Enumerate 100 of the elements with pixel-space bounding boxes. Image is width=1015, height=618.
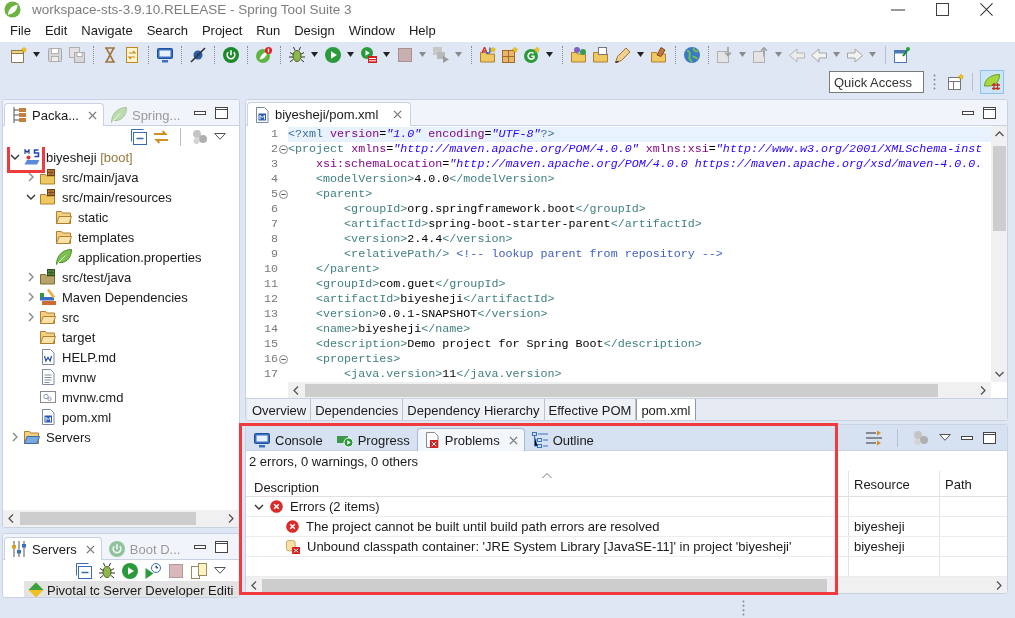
dropdown-caret-icon[interactable] bbox=[347, 52, 354, 57]
chevron-down-icon[interactable] bbox=[26, 194, 36, 200]
server-row[interactable]: Pivotal tc Server Developer Editi bbox=[24, 581, 239, 597]
page-tab[interactable]: pom.xml bbox=[636, 399, 696, 420]
view-menu-icon[interactable] bbox=[214, 133, 226, 140]
minimize-icon[interactable] bbox=[194, 544, 206, 549]
tree-item[interactable]: Servers bbox=[46, 429, 91, 445]
page-tab[interactable]: Dependency Hierarchy bbox=[403, 399, 545, 420]
scroll-left-icon[interactable] bbox=[293, 385, 299, 395]
page-tab[interactable]: Overview bbox=[248, 399, 312, 420]
minimize-icon[interactable] bbox=[962, 110, 974, 115]
scrollbar-thumb[interactable] bbox=[262, 579, 827, 592]
chevron-down-icon[interactable] bbox=[10, 154, 20, 160]
page-tab[interactable]: Dependencies bbox=[311, 399, 404, 420]
scroll-down-icon[interactable] bbox=[994, 371, 1004, 377]
column-header[interactable]: Resource bbox=[854, 477, 910, 492]
folder-page-icon[interactable] bbox=[593, 46, 609, 63]
view-menu-icon[interactable] bbox=[939, 434, 951, 441]
menu-item[interactable]: Run bbox=[249, 23, 288, 38]
menu-item[interactable]: Search bbox=[139, 23, 195, 38]
chevron-down-icon[interactable] bbox=[254, 503, 264, 510]
tree-item[interactable]: mvnw bbox=[62, 369, 96, 385]
view-tab[interactable]: Servers bbox=[4, 537, 102, 560]
tree-item[interactable]: pom.xml bbox=[62, 409, 112, 425]
tree-item[interactable]: src bbox=[62, 309, 80, 325]
collapse-all-icon[interactable] bbox=[131, 128, 147, 145]
minimize-icon[interactable] bbox=[194, 110, 206, 115]
maximize-icon[interactable] bbox=[983, 106, 996, 119]
close-icon[interactable] bbox=[980, 3, 993, 16]
grid-sparkle-icon[interactable] bbox=[502, 46, 518, 63]
menu-item[interactable]: Navigate bbox=[74, 23, 140, 38]
monitor-icon[interactable] bbox=[157, 46, 173, 63]
chevron-right-icon[interactable] bbox=[12, 432, 18, 442]
menu-item[interactable]: Window bbox=[341, 23, 402, 38]
scroll-right-icon[interactable] bbox=[980, 385, 986, 395]
leaf-badge-icon[interactable] bbox=[256, 46, 272, 63]
scrollbar-thumb[interactable] bbox=[305, 383, 938, 397]
menu-item[interactable]: Edit bbox=[37, 23, 75, 38]
window-sparkle-icon[interactable] bbox=[948, 74, 964, 90]
editor-tab[interactable]: biyesheji/pom.xml bbox=[247, 102, 412, 126]
scroll-right-icon[interactable] bbox=[996, 581, 1002, 590]
swap-arrows-icon[interactable] bbox=[153, 128, 169, 145]
dropdown-caret-icon[interactable] bbox=[546, 52, 553, 57]
view-tab[interactable]: Packa... bbox=[4, 103, 104, 126]
grip-icon[interactable] bbox=[742, 600, 745, 616]
hourglass-icon[interactable] bbox=[102, 46, 118, 63]
dropdown-caret-icon[interactable] bbox=[311, 52, 318, 57]
tree-item[interactable]: mvnw.cmd bbox=[62, 389, 124, 405]
chevron-right-icon[interactable] bbox=[28, 312, 34, 322]
group-label[interactable]: Errors (2 items) bbox=[290, 499, 380, 514]
fold-icon[interactable] bbox=[279, 190, 288, 199]
tree-item[interactable]: templates bbox=[78, 229, 135, 245]
tree-item[interactable]: Maven Dependencies bbox=[62, 289, 188, 305]
bug-icon[interactable] bbox=[99, 562, 115, 579]
close-icon[interactable] bbox=[393, 110, 403, 119]
new-document-icon[interactable] bbox=[11, 46, 27, 63]
tree-item[interactable]: target bbox=[62, 329, 96, 345]
circle-sparkle-icon[interactable] bbox=[524, 46, 540, 63]
perspective-button[interactable] bbox=[980, 70, 1004, 94]
collapse-all-icon[interactable] bbox=[76, 562, 92, 579]
tree-item[interactable]: biyesheji [boot] bbox=[46, 149, 133, 165]
scrollbar-thumb[interactable] bbox=[992, 146, 1006, 231]
scroll-left-icon[interactable] bbox=[8, 514, 14, 523]
tree-item[interactable]: HELP.md bbox=[62, 349, 116, 365]
document-arrows-icon[interactable] bbox=[124, 46, 140, 63]
tree-item[interactable]: src/main/resources bbox=[62, 189, 172, 205]
play-icon[interactable] bbox=[122, 562, 138, 579]
arrows-lines-icon[interactable] bbox=[866, 429, 882, 446]
close-icon[interactable] bbox=[87, 110, 97, 120]
folder-icon[interactable] bbox=[651, 46, 667, 63]
play-server-icon[interactable] bbox=[361, 46, 377, 63]
maximize-icon[interactable] bbox=[215, 106, 228, 119]
documents-icon[interactable] bbox=[191, 562, 207, 579]
dropdown-caret-icon[interactable] bbox=[33, 52, 40, 57]
tree-item[interactable]: application.properties bbox=[78, 249, 202, 265]
maximize-icon[interactable] bbox=[983, 431, 996, 444]
menu-item[interactable]: Project bbox=[194, 23, 250, 38]
page-tab[interactable]: Effective POM bbox=[544, 399, 637, 420]
folder-spheres-icon[interactable] bbox=[571, 46, 587, 63]
view-tab[interactable]: Outline bbox=[524, 428, 601, 451]
globe-icon[interactable] bbox=[684, 46, 700, 63]
pen-icon[interactable] bbox=[615, 46, 631, 63]
scroll-left-icon[interactable] bbox=[251, 581, 257, 590]
tree-item[interactable]: src/test/java bbox=[62, 269, 132, 285]
quick-access-field[interactable]: Quick Access bbox=[829, 71, 924, 93]
dropdown-caret-icon[interactable] bbox=[637, 52, 644, 57]
fold-icon[interactable] bbox=[279, 145, 288, 154]
column-header[interactable]: Description bbox=[246, 480, 320, 495]
view-tab[interactable]: Problems bbox=[416, 428, 525, 451]
slashed-dot-icon[interactable] bbox=[190, 46, 206, 63]
minimize-icon[interactable] bbox=[961, 435, 973, 440]
column-header[interactable]: Path bbox=[945, 477, 972, 492]
stop-icon[interactable] bbox=[168, 562, 184, 579]
window-pin-icon[interactable] bbox=[894, 46, 910, 63]
window-arrow-icon[interactable] bbox=[433, 46, 449, 63]
view-tab[interactable]: Console bbox=[247, 428, 330, 451]
maximize-icon[interactable] bbox=[215, 540, 228, 553]
close-icon[interactable] bbox=[85, 544, 95, 554]
chevron-right-icon[interactable] bbox=[28, 292, 34, 302]
scrollbar-thumb[interactable] bbox=[20, 512, 196, 525]
